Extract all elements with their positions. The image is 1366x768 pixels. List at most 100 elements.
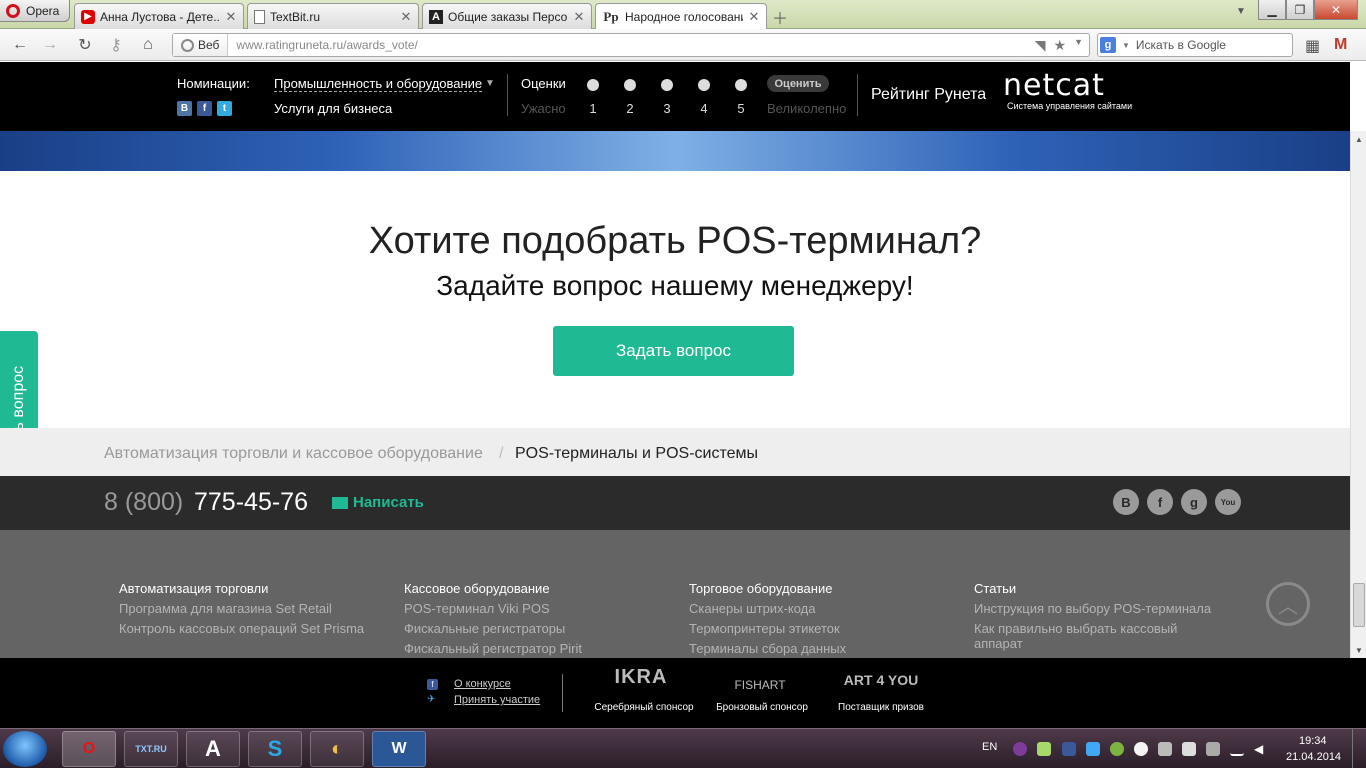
taskbar-txtru[interactable]: TXT.RU	[124, 731, 178, 767]
new-tab-icon[interactable]: ＋	[772, 5, 788, 29]
language-indicator[interactable]: EN	[982, 741, 997, 753]
facebook-icon[interactable]: f	[197, 101, 212, 116]
footer-link[interactable]: Фискальный регистратор Pirit	[404, 641, 582, 656]
scroll-up-icon[interactable]: ▲	[1351, 131, 1366, 147]
facebook-icon[interactable]: f	[427, 679, 438, 690]
back-icon[interactable]: ←	[10, 35, 30, 55]
participate-link[interactable]: Принять участие	[454, 694, 540, 706]
rating-radio-2[interactable]	[624, 79, 636, 91]
runet-rating-title[interactable]: Рейтинг Рунета	[871, 86, 986, 104]
show-desktop-button[interactable]	[1352, 729, 1366, 768]
page-scrollbar[interactable]: ▲ ▼	[1350, 131, 1366, 658]
chevron-down-icon[interactable]: ▼	[1074, 37, 1083, 54]
footer-link[interactable]: Инструкция по выбору POS-терминала	[974, 601, 1224, 616]
vk-icon[interactable]: B	[1113, 489, 1139, 515]
ask-question-button[interactable]: Задать вопрос	[553, 326, 794, 376]
taskbar-opera[interactable]: O	[62, 731, 116, 767]
youtube-icon[interactable]: You	[1215, 489, 1241, 515]
utorrent-icon[interactable]	[1110, 742, 1124, 756]
opera-menu-button[interactable]: Opera	[0, 0, 70, 22]
key-icon[interactable]: ⚷	[106, 35, 126, 55]
taskbar-paint[interactable]: ◐	[310, 731, 364, 767]
vk-icon[interactable]: B	[177, 101, 192, 116]
maximize-button[interactable]: ❐	[1286, 0, 1314, 20]
nomination-select[interactable]: Промышленность и оборудование	[274, 76, 483, 92]
browser-tab-4-active[interactable]: Pp Народное голосовани... ✕	[595, 3, 767, 30]
fishart-logo[interactable]: FISHART	[730, 678, 790, 692]
footer-heading[interactable]: Торговое оборудование	[689, 581, 846, 596]
footer-link[interactable]: Контроль кассовых операций Set Prisma	[119, 621, 364, 636]
breadcrumb-parent-link[interactable]: Автоматизация торговли и кассовое оборуд…	[104, 445, 483, 463]
volume-icon[interactable]: ◀	[1254, 742, 1268, 756]
speed-dial-grid-icon[interactable]: ▦	[1305, 36, 1320, 56]
footer-link[interactable]: POS-терминал Viki POS	[404, 601, 582, 616]
twitter-icon[interactable]: t	[217, 101, 232, 116]
browser-tab-2[interactable]: TextBit.ru ✕	[247, 3, 419, 29]
rating-radio-1[interactable]	[587, 79, 599, 91]
scroll-to-top-icon[interactable]: ︿	[1266, 582, 1310, 626]
action-center-icon[interactable]	[1206, 742, 1220, 756]
tray-circle-icon[interactable]	[1134, 742, 1148, 756]
footer-link[interactable]: Терминалы сбора данных	[689, 641, 846, 656]
footer-link[interactable]: Программа для магазина Set Retail	[119, 601, 364, 616]
windows-start-button[interactable]	[3, 731, 47, 767]
rating-radio-5[interactable]	[735, 79, 747, 91]
divider	[562, 674, 563, 712]
clock-date[interactable]: 21.04.2014	[1286, 751, 1341, 763]
chevron-down-icon[interactable]: ▼	[485, 78, 495, 89]
home-icon[interactable]: ⌂	[138, 35, 158, 55]
browser-tab-3[interactable]: A Общие заказы Персо... ✕	[422, 3, 592, 29]
footer-link[interactable]: Термопринтеры этикеток	[689, 621, 846, 636]
tab-list-chevron-icon[interactable]: ▼	[1236, 6, 1246, 17]
taskbar-a-app[interactable]: A	[186, 731, 240, 767]
reload-icon[interactable]: ↻	[75, 35, 95, 55]
note-icon[interactable]	[1037, 742, 1051, 756]
footer-heading[interactable]: Автоматизация торговли	[119, 581, 364, 596]
clock-time[interactable]: 19:34	[1299, 735, 1327, 747]
about-contest-link[interactable]: О конкурсе	[454, 678, 511, 690]
rate-button[interactable]: Оценить	[767, 75, 829, 92]
facebook-icon[interactable]: f	[1147, 489, 1173, 515]
window-close-button[interactable]: ✕	[1314, 0, 1358, 20]
write-label: Написать	[353, 494, 424, 511]
rating-radio-4[interactable]	[698, 79, 710, 91]
netcat-logo[interactable]: netcat	[1003, 70, 1105, 102]
scrollbar-thumb[interactable]	[1353, 583, 1365, 627]
rss-icon[interactable]: ◥	[1035, 37, 1046, 54]
address-bar[interactable]: Веб www.ratingruneta.ru/awards_vote/ ◥ ★…	[172, 33, 1090, 57]
p-app-icon[interactable]	[1062, 742, 1076, 756]
write-link[interactable]: Написать	[332, 494, 424, 511]
twitter-icon[interactable]: ✈	[427, 694, 435, 705]
close-icon[interactable]: ✕	[573, 9, 585, 25]
address-url[interactable]: www.ratingruneta.ru/awards_vote/	[228, 38, 1034, 52]
footer-link[interactable]: Фискальные регистраторы	[404, 621, 582, 636]
search-engine-chevron-icon[interactable]: ▼	[1122, 41, 1130, 50]
sync-icon[interactable]	[1086, 742, 1100, 756]
google-plus-icon[interactable]: g	[1181, 489, 1207, 515]
minimize-button[interactable]: ▁	[1258, 0, 1286, 20]
scroll-down-icon[interactable]: ▼	[1351, 642, 1366, 658]
viber-icon[interactable]	[1013, 742, 1027, 756]
close-icon[interactable]: ✕	[225, 9, 237, 25]
bookmark-star-icon[interactable]: ★	[1054, 37, 1067, 54]
forward-icon[interactable]: →	[40, 35, 60, 55]
footer-heading[interactable]: Кассовое оборудование	[404, 581, 582, 596]
close-icon[interactable]: ✕	[400, 9, 412, 25]
taskbar-skype[interactable]: S	[248, 731, 302, 767]
search-input[interactable]: g ▼ Искать в Google	[1097, 33, 1293, 57]
rating-radio-3[interactable]	[661, 79, 673, 91]
phone-number[interactable]: 775-45-76	[194, 488, 308, 517]
gmail-icon[interactable]: M	[1334, 36, 1347, 54]
footer-link[interactable]: Как правильно выбрать кассовый аппарат	[974, 621, 1204, 651]
ikra-logo[interactable]: IKRA	[612, 666, 670, 689]
taskbar-word[interactable]: W	[372, 731, 426, 767]
art4you-logo[interactable]: ART 4 YOU	[834, 672, 928, 688]
footer-link[interactable]: Сканеры штрих-кода	[689, 601, 846, 616]
footer-heading[interactable]: Статьи	[974, 581, 1224, 596]
browser-tab-1[interactable]: ▶ Анна Лустова - Дете... ✕	[74, 3, 244, 29]
network-signal-icon[interactable]	[1230, 742, 1244, 756]
close-icon[interactable]: ✕	[748, 9, 760, 25]
usb-device-icon[interactable]	[1182, 742, 1196, 756]
monitor-icon[interactable]	[1158, 742, 1172, 756]
address-badge[interactable]: Веб	[173, 34, 229, 56]
